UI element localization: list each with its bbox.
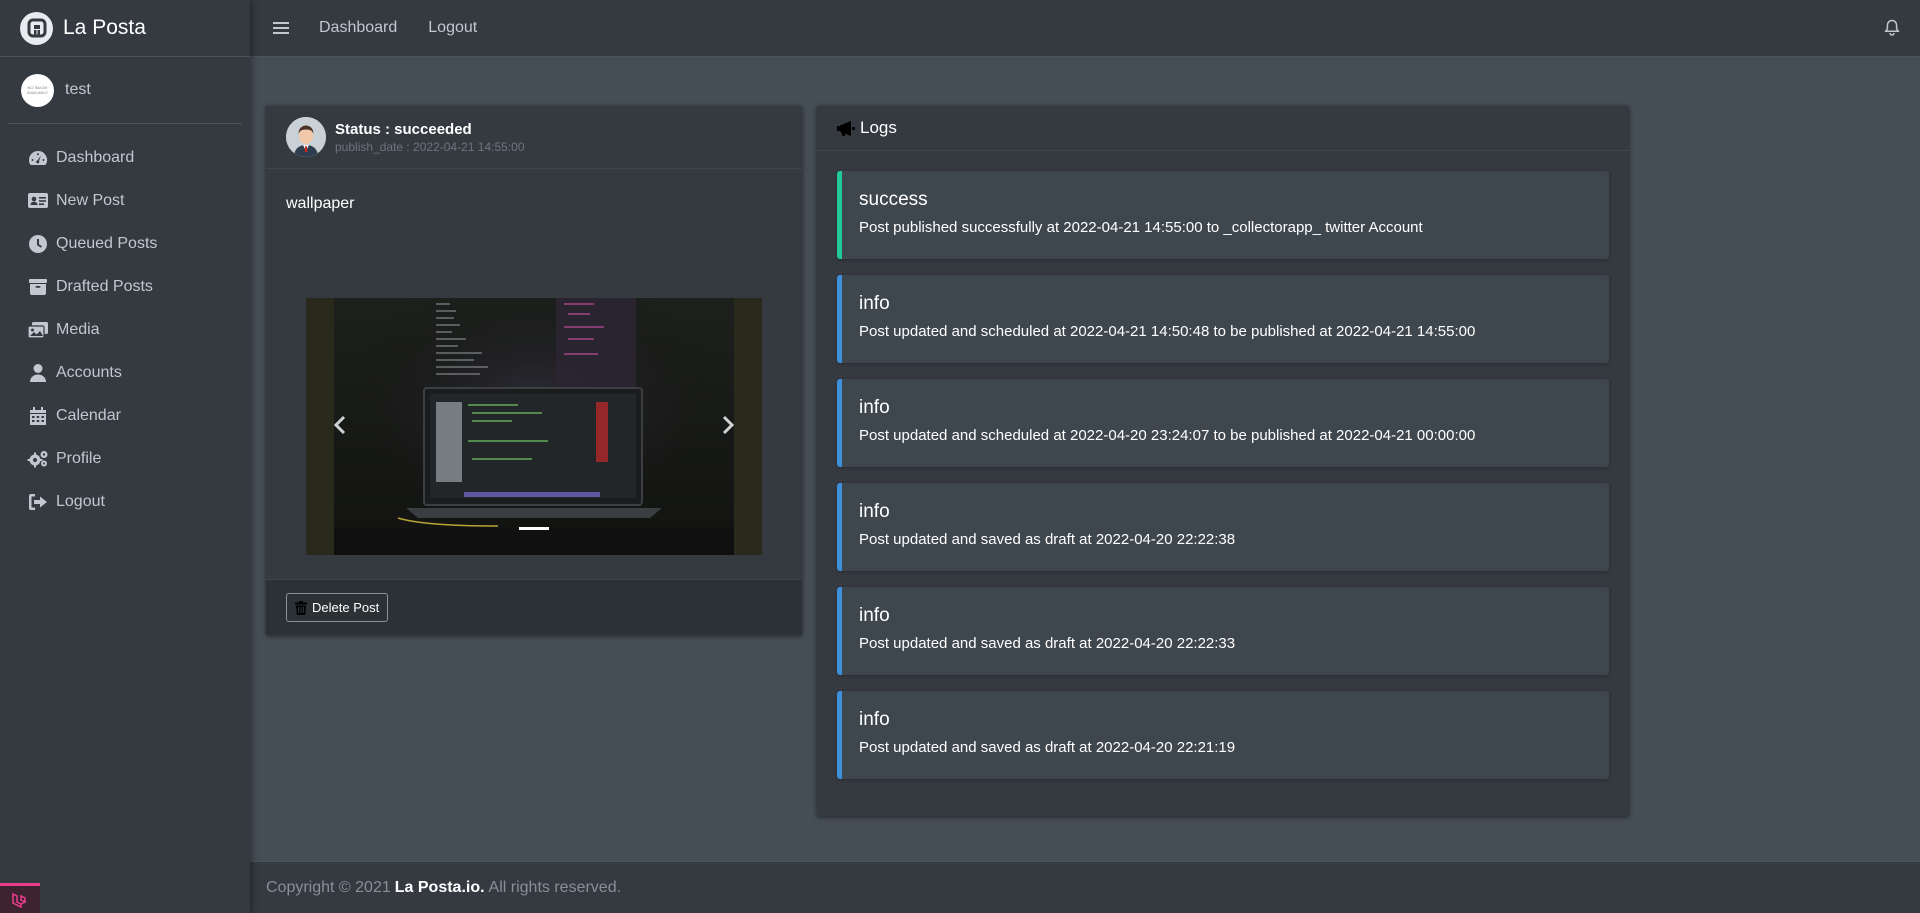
sidebar-item-accounts[interactable]: Accounts — [0, 351, 250, 394]
chevron-right-icon — [722, 415, 735, 435]
log-message: Post published successfully at 2022-04-2… — [859, 219, 1423, 236]
tachometer-icon — [27, 148, 49, 168]
post-footer: Delete Post — [266, 579, 802, 635]
footer-brand-link[interactable]: La Posta.io. — [395, 879, 485, 897]
sign-out-icon — [27, 492, 49, 512]
log-type: info — [859, 709, 890, 730]
log-item: success Post published successfully at 2… — [837, 171, 1609, 259]
log-message: Post updated and saved as draft at 2022-… — [859, 635, 1236, 652]
logs-card: Logs success Post published successfully… — [817, 106, 1629, 816]
chevron-left-icon — [333, 415, 346, 435]
sidebar-item-label: Logout — [56, 492, 105, 510]
user-panel[interactable]: NO IMAGE AVAILABLE test — [8, 57, 242, 124]
log-message: Post updated and saved as draft at 2022-… — [859, 531, 1236, 548]
delete-post-button[interactable]: Delete Post — [286, 593, 389, 622]
sidebar-item-label: Media — [56, 320, 100, 338]
images-icon — [27, 320, 49, 340]
log-item: info Post updated and scheduled at 2022-… — [837, 275, 1609, 363]
sidebar-item-media[interactable]: Media — [0, 308, 250, 351]
post-publish-date: publish_date : 2022-04-21 14:55:00 — [335, 139, 525, 154]
footer-copyright: Copyright © 2021 — [266, 878, 391, 896]
sidebar-item-calendar[interactable]: Calendar — [0, 394, 250, 437]
user-icon — [27, 363, 49, 383]
logs-header: Logs — [817, 106, 1629, 151]
sidebar-item-label: Accounts — [56, 363, 122, 381]
cogs-icon — [27, 449, 49, 469]
carousel-prev-button[interactable] — [328, 410, 352, 440]
log-message: Post updated and scheduled at 2022-04-21… — [859, 323, 1476, 340]
menu-toggle-icon[interactable] — [273, 19, 289, 37]
post-status: Status : succeeded — [335, 120, 472, 138]
sidebar-item-dashboard[interactable]: Dashboard — [0, 136, 250, 179]
sidebar-item-label: Profile — [56, 449, 102, 467]
id-card-icon — [27, 191, 49, 211]
sidebar: La Posta NO IMAGE AVAILABLE test Dashboa… — [0, 0, 250, 913]
sidebar-item-label: Queued Posts — [56, 234, 158, 252]
avatar: NO IMAGE AVAILABLE — [21, 73, 54, 107]
post-text: wallpaper — [286, 195, 355, 212]
topbar-link-logout[interactable]: Logout — [428, 19, 477, 37]
sidebar-item-label: New Post — [56, 191, 125, 209]
sidebar-item-label: Dashboard — [56, 148, 135, 166]
brand-name: La Posta — [63, 16, 146, 39]
sidebar-item-drafted-posts[interactable]: Drafted Posts — [0, 265, 250, 308]
sidebar-item-label: Drafted Posts — [56, 277, 153, 295]
user-name: test — [65, 81, 91, 98]
sidebar-item-label: Calendar — [56, 406, 121, 424]
log-item: info Post updated and saved as draft at … — [837, 483, 1609, 571]
page-footer: Copyright © 2021 La Posta.io. All rights… — [250, 861, 1920, 913]
log-message: Post updated and saved as draft at 2022-… — [859, 739, 1236, 756]
log-type: info — [859, 501, 890, 522]
sidebar-item-profile[interactable]: Profile — [0, 437, 250, 480]
log-type: success — [859, 189, 928, 210]
log-type: info — [859, 605, 890, 626]
log-item: info Post updated and saved as draft at … — [837, 691, 1609, 779]
avatar — [286, 117, 326, 157]
log-message: Post updated and scheduled at 2022-04-20… — [859, 427, 1476, 444]
sidebar-nav: Dashboard New Post Queued Posts Drafted … — [0, 136, 250, 523]
bell-icon[interactable] — [1884, 19, 1900, 41]
post-card: Status : succeeded publish_date : 2022-0… — [266, 106, 802, 635]
calendar-icon — [27, 406, 49, 426]
log-type: info — [859, 293, 890, 314]
log-item: info Post updated and saved as draft at … — [837, 587, 1609, 675]
archive-icon — [27, 277, 49, 297]
laravel-logo-icon — [0, 883, 40, 913]
trash-icon — [295, 600, 307, 615]
image-carousel[interactable] — [306, 298, 762, 555]
sidebar-item-queued-posts[interactable]: Queued Posts — [0, 222, 250, 265]
brand-link[interactable]: La Posta — [0, 0, 250, 57]
log-list: success Post published successfully at 2… — [817, 151, 1629, 779]
carousel-indicator[interactable] — [519, 527, 549, 530]
bullhorn-icon — [837, 120, 855, 136]
log-item: info Post updated and scheduled at 2022-… — [837, 379, 1609, 467]
logs-title: Logs — [860, 118, 897, 137]
delete-post-label: Delete Post — [312, 600, 380, 615]
topbar-link-dashboard[interactable]: Dashboard — [319, 19, 397, 37]
footer-rights: All rights reserved. — [488, 878, 622, 896]
sidebar-item-new-post[interactable]: New Post — [0, 179, 250, 222]
log-type: info — [859, 397, 890, 418]
post-meta: Status : succeeded publish_date : 2022-0… — [335, 121, 525, 154]
brand-logo-icon — [20, 11, 53, 45]
sidebar-item-logout[interactable]: Logout — [0, 480, 250, 523]
clock-icon — [27, 234, 49, 254]
carousel-image — [306, 298, 762, 555]
post-body: wallpaper — [266, 169, 802, 579]
post-header: Status : succeeded publish_date : 2022-0… — [266, 106, 802, 169]
topbar: Dashboard Logout — [250, 0, 1920, 57]
carousel-next-button[interactable] — [716, 410, 740, 440]
